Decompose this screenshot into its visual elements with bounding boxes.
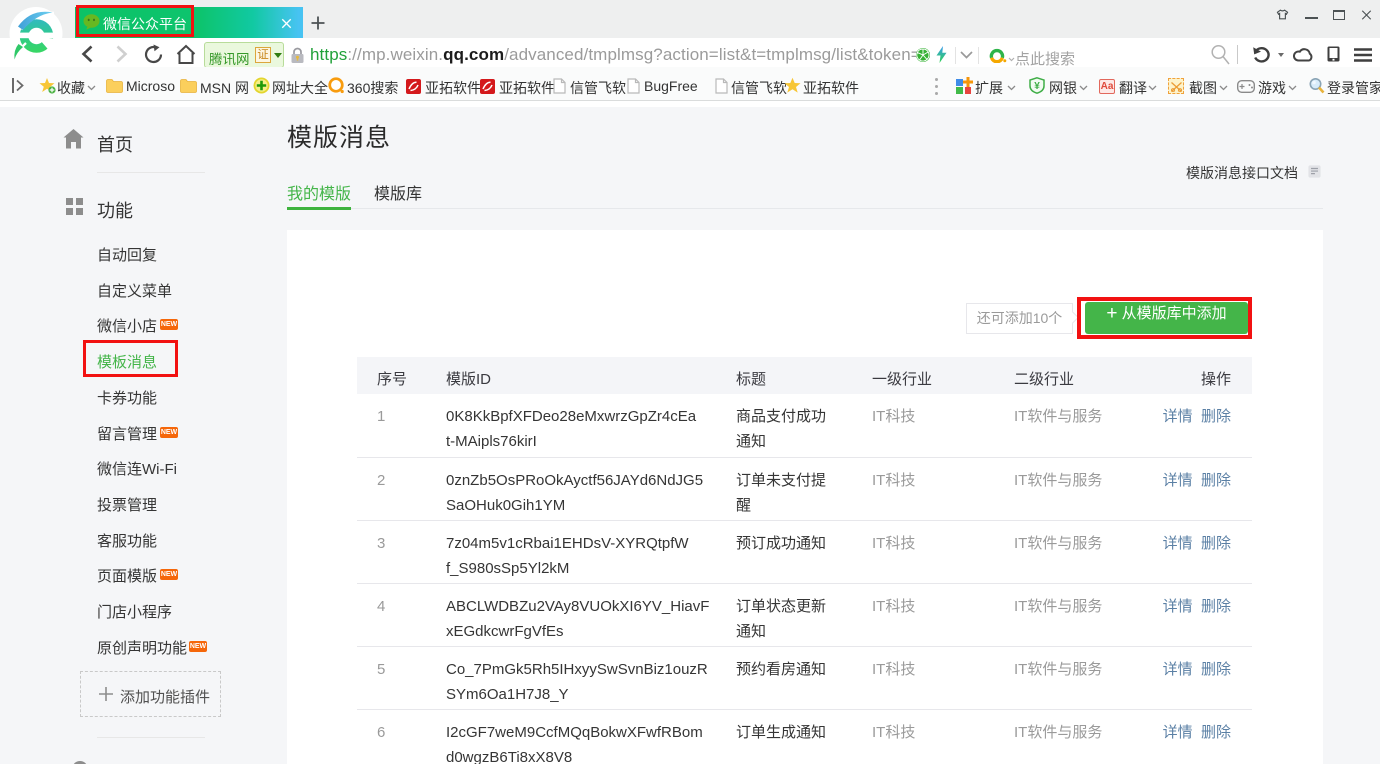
svg-text:¥: ¥ — [1034, 81, 1040, 92]
